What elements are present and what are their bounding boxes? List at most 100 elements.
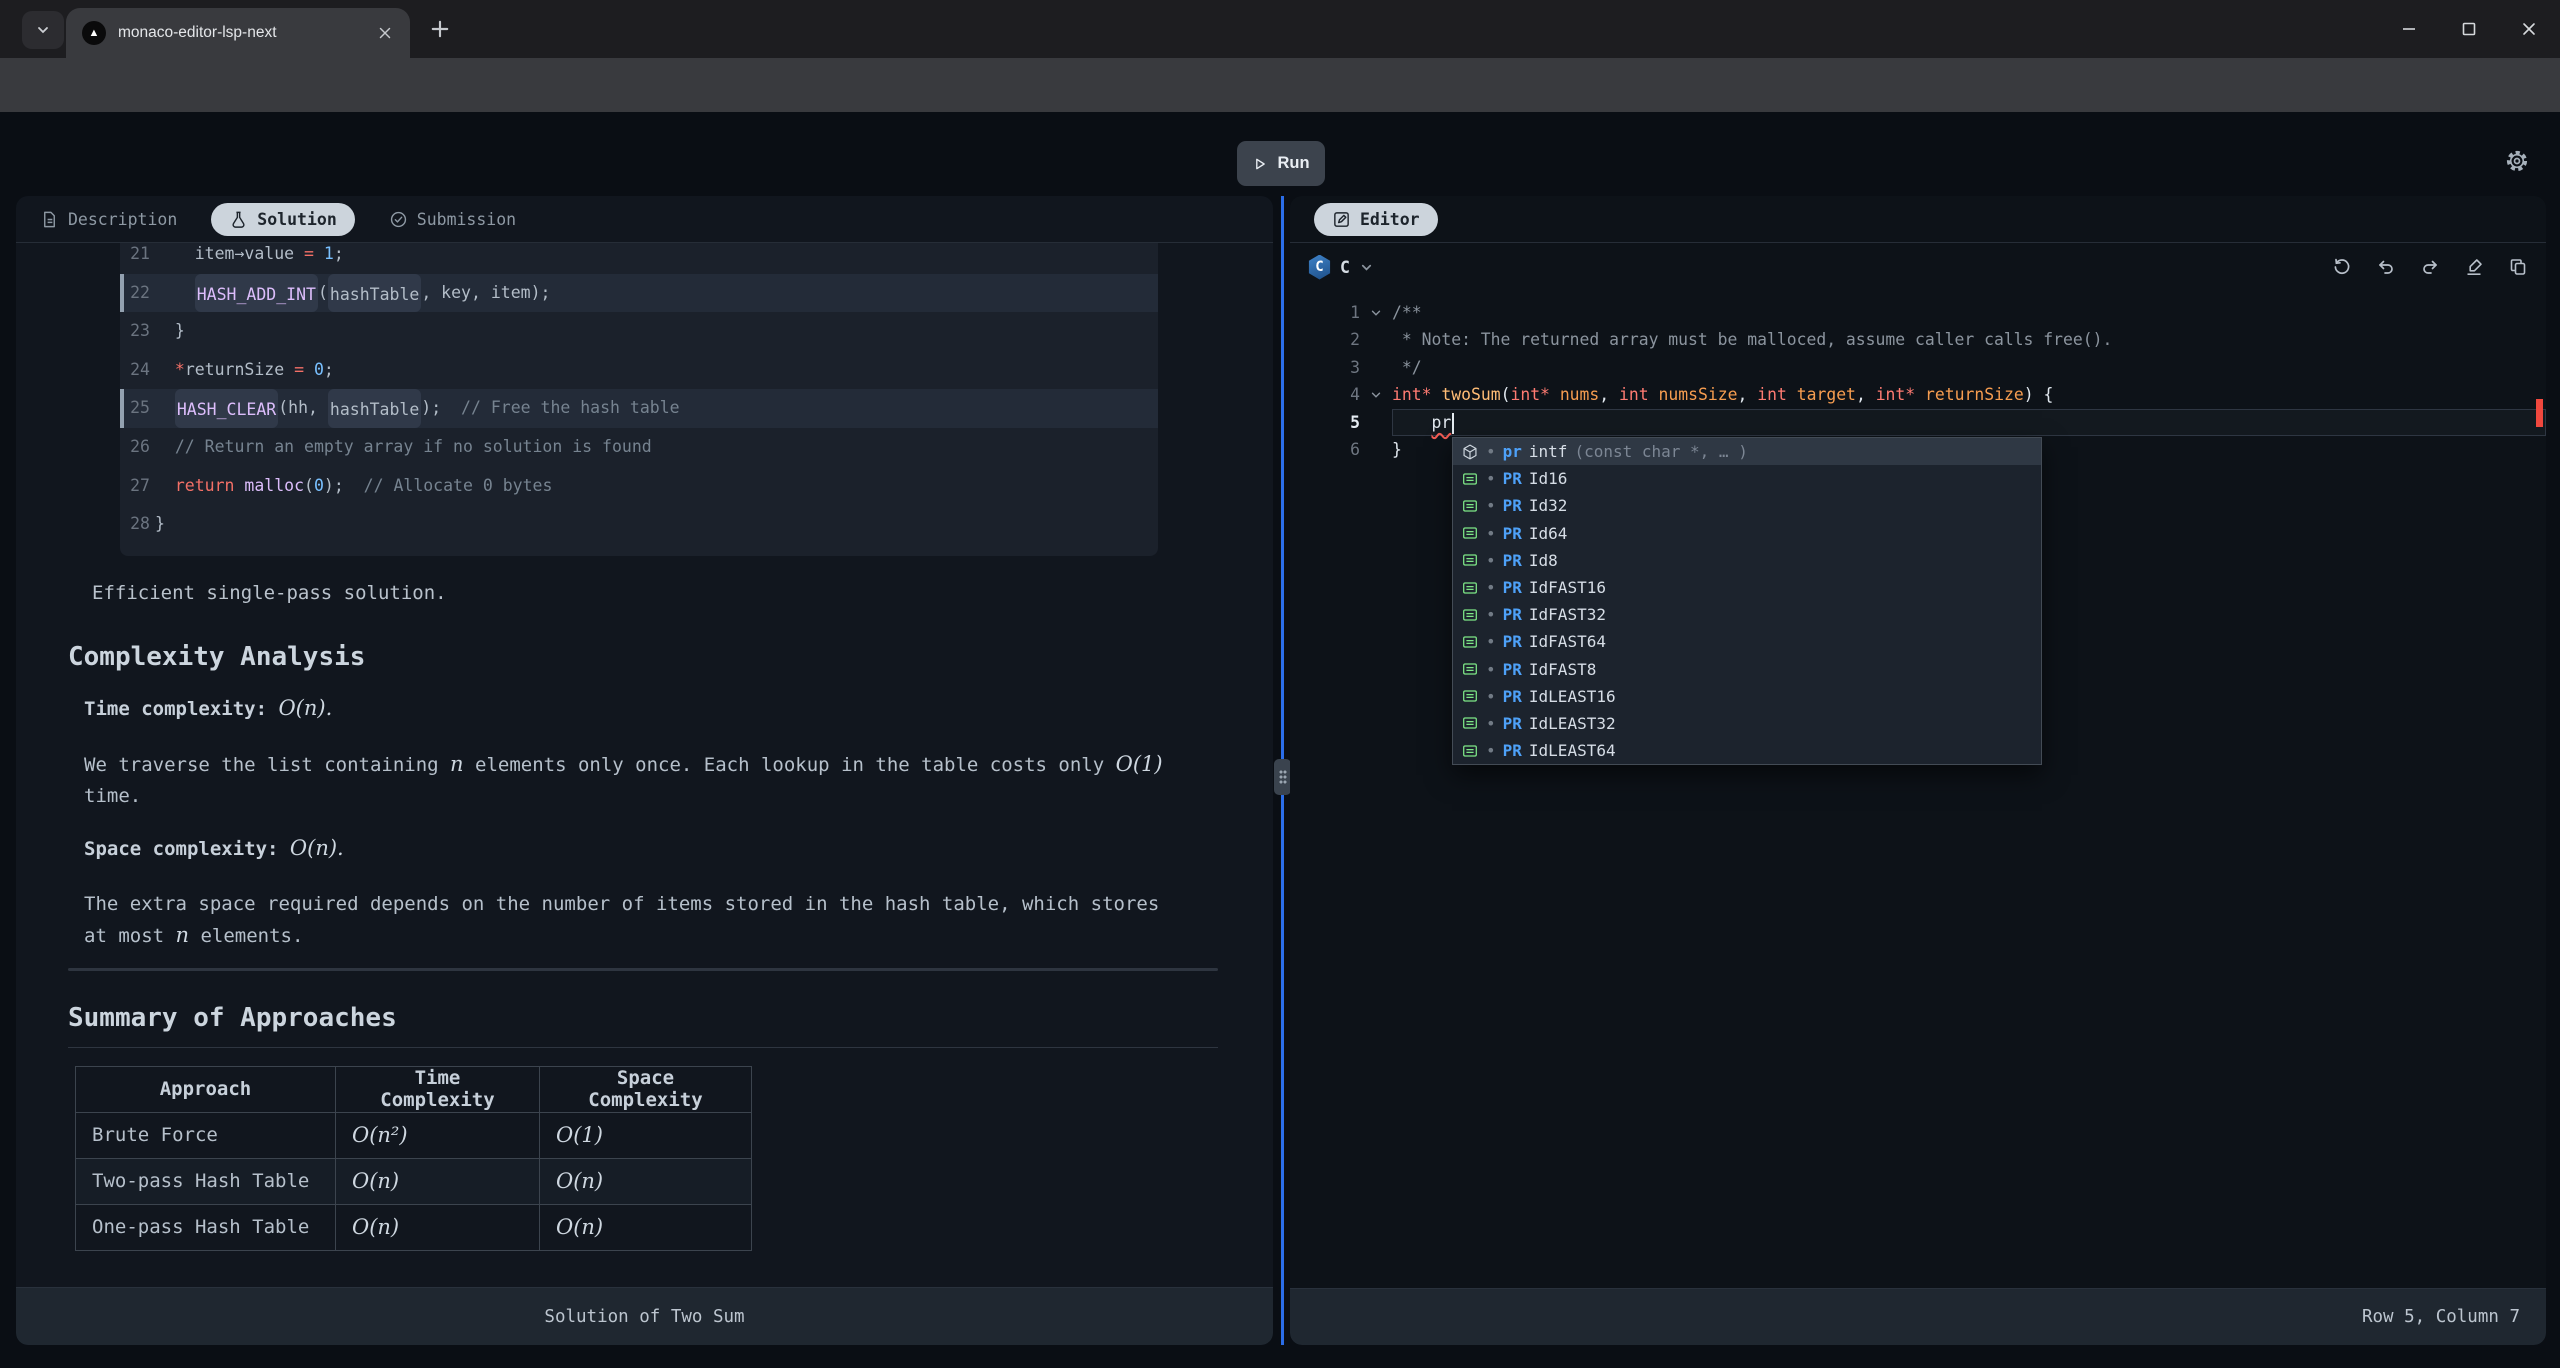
code-line: 27 return malloc(0); // Allocate 0 bytes bbox=[120, 467, 1158, 506]
line-number: 23 bbox=[120, 312, 150, 351]
completion-item[interactable]: •PRIdFAST8 bbox=[1453, 656, 2041, 683]
code-line: 21 item→value = 1; bbox=[120, 243, 1158, 274]
editor-line[interactable]: 1 /** bbox=[1290, 299, 2546, 326]
code-line: 24 *returnSize = 0; bbox=[120, 351, 1158, 390]
editor-line[interactable]: 3 */ bbox=[1290, 354, 2546, 381]
pencil-icon bbox=[1332, 210, 1351, 229]
math-value: O(n²) bbox=[352, 1123, 408, 1147]
maximize-icon bbox=[2459, 19, 2479, 39]
window-maximize-button[interactable] bbox=[2440, 0, 2498, 58]
tab-close-icon[interactable] bbox=[376, 24, 394, 42]
editor-line[interactable]: 5 pr bbox=[1290, 409, 2546, 436]
editor-line[interactable]: 4int* twoSum(int* nums, int numsSize, in… bbox=[1290, 381, 2546, 408]
code-token: * bbox=[175, 351, 185, 390]
code-token: ; bbox=[334, 243, 344, 274]
code-token: */ bbox=[1392, 358, 1422, 377]
completion-dot: • bbox=[1486, 632, 1496, 651]
fold-column[interactable] bbox=[1360, 299, 1392, 326]
completion-item[interactable]: •PRId64 bbox=[1453, 520, 2041, 547]
completion-match: PR bbox=[1503, 687, 1522, 706]
code-token bbox=[1431, 385, 1441, 404]
divider-grip-handle[interactable] bbox=[1274, 759, 1291, 795]
table-header-cell: Approach bbox=[76, 1066, 336, 1112]
tab-description[interactable]: Description bbox=[40, 210, 177, 229]
tab-editor[interactable]: Editor bbox=[1314, 203, 1438, 236]
line-number: 24 bbox=[120, 351, 150, 390]
settings-gear-icon[interactable] bbox=[2504, 148, 2530, 174]
window-minimize-button[interactable] bbox=[2380, 0, 2438, 58]
completion-item[interactable]: •PRIdFAST64 bbox=[1453, 628, 2041, 655]
left-tab-label: Submission bbox=[417, 210, 516, 229]
code-token bbox=[234, 467, 244, 506]
reset-icon[interactable] bbox=[2332, 257, 2352, 277]
code-token: = bbox=[294, 351, 304, 390]
completion-label: IdFAST64 bbox=[1529, 632, 1606, 651]
math-value: O(n) bbox=[352, 1215, 399, 1239]
left-tab-label: Description bbox=[68, 210, 177, 229]
undo-icon[interactable] bbox=[2376, 257, 2396, 277]
window-close-button[interactable] bbox=[2500, 0, 2558, 58]
fold-column[interactable] bbox=[1360, 381, 1392, 408]
browser-tab-strip: ▲ monaco-editor-lsp-next bbox=[0, 0, 2560, 58]
constant-icon bbox=[1461, 551, 1479, 569]
table-row: One-pass Hash TableO(n)O(n) bbox=[76, 1204, 752, 1250]
time-complexity-label: Time complexity: O(n). bbox=[84, 694, 1273, 723]
completion-item[interactable]: •PRIdLEAST16 bbox=[1453, 683, 2041, 710]
line-number: 27 bbox=[120, 467, 150, 506]
fold-chevron-icon bbox=[1369, 306, 1383, 320]
completion-item[interactable]: •PRId32 bbox=[1453, 492, 2041, 519]
code-token: ) { bbox=[2024, 385, 2054, 404]
favicon: ▲ bbox=[82, 21, 106, 45]
math-value: O(n) bbox=[556, 1169, 603, 1193]
completion-item[interactable]: •PRIdLEAST64 bbox=[1453, 737, 2041, 764]
line-number: 25 bbox=[120, 389, 150, 428]
horizontal-rule bbox=[68, 968, 1218, 971]
tab-search-button[interactable] bbox=[22, 11, 64, 49]
run-label: Run bbox=[1277, 154, 1309, 173]
completion-item[interactable]: •PRIdFAST32 bbox=[1453, 601, 2041, 628]
language-selector[interactable]: C C bbox=[1308, 255, 1374, 280]
code-token: hashTable bbox=[328, 389, 421, 428]
redo-icon[interactable] bbox=[2420, 257, 2440, 277]
solution-footer: Solution of Two Sum bbox=[16, 1287, 1273, 1345]
right-tab-label: Editor bbox=[1360, 210, 1420, 229]
completion-match: PR bbox=[1503, 578, 1522, 597]
editor-line[interactable]: 2 * Note: The returned array must be mal… bbox=[1290, 326, 2546, 353]
flask-icon bbox=[229, 210, 248, 229]
completion-label: IdLEAST64 bbox=[1529, 741, 1616, 760]
code-token: return bbox=[175, 467, 235, 506]
line-number: 3 bbox=[1290, 354, 1360, 381]
text-segment: elements only once. Each lookup in the t… bbox=[464, 754, 1116, 776]
completion-label: Id64 bbox=[1529, 524, 1568, 543]
tab-submission[interactable]: Submission bbox=[389, 210, 516, 229]
play-icon bbox=[1252, 156, 1268, 172]
completion-item[interactable]: •PRIdLEAST32 bbox=[1453, 710, 2041, 737]
table-header-row: ApproachTime ComplexitySpace Complexity bbox=[76, 1066, 752, 1112]
browser-tab[interactable]: ▲ monaco-editor-lsp-next bbox=[66, 8, 410, 58]
solution-code-block: 21 item→value = 1;22 HASH_ADD_INT(hashTa… bbox=[120, 243, 1158, 556]
code-token: /** bbox=[1392, 303, 1422, 322]
table-row: Two-pass Hash TableO(n)O(n) bbox=[76, 1158, 752, 1204]
format-brush-icon[interactable] bbox=[2464, 257, 2484, 277]
completion-item[interactable]: •PRId16 bbox=[1453, 465, 2041, 492]
space-cell: O(n) bbox=[540, 1158, 752, 1204]
completion-item[interactable]: •printf(const char *, … ) bbox=[1453, 438, 2041, 465]
constant-icon bbox=[1461, 633, 1479, 651]
new-tab-button[interactable] bbox=[428, 17, 452, 41]
completion-item[interactable]: •PRIdFAST16 bbox=[1453, 574, 2041, 601]
code-token bbox=[1649, 385, 1659, 404]
run-button[interactable]: Run bbox=[1237, 141, 1325, 186]
code-token: numsSize bbox=[1659, 385, 1738, 404]
completion-item[interactable]: •PRId8 bbox=[1453, 547, 2041, 574]
completion-label: IdFAST8 bbox=[1529, 660, 1596, 679]
code-editor[interactable]: 1 /** 2 * Note: The returned array must be… bbox=[1290, 291, 2546, 1288]
tab-solution[interactable]: Solution bbox=[211, 203, 354, 236]
code-token: 1 bbox=[324, 243, 334, 274]
code-token: HASH_ADD_INT bbox=[195, 274, 318, 313]
time-complexity-paragraph: We traverse the list containing n elemen… bbox=[84, 749, 1189, 812]
copy-icon[interactable] bbox=[2508, 257, 2528, 277]
completion-match: PR bbox=[1503, 551, 1522, 570]
line-number: 1 bbox=[1290, 299, 1360, 326]
code-token: returnSize bbox=[1925, 385, 2024, 404]
code-token bbox=[155, 274, 195, 313]
